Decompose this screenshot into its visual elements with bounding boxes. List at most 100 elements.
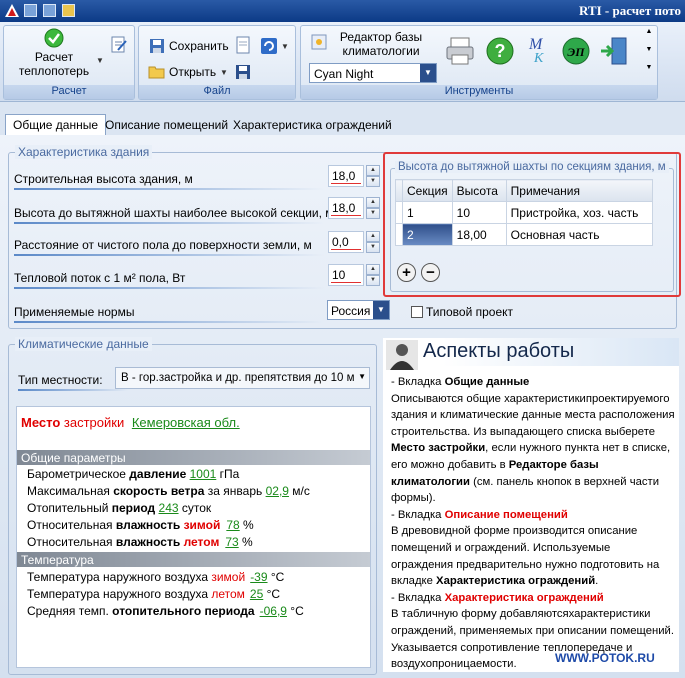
temp-summer-value[interactable]: 25	[250, 587, 263, 601]
open-dropdown-arrow[interactable]: ▼	[220, 68, 228, 77]
document-icon[interactable]	[235, 36, 251, 54]
terrain-select-arrow[interactable]: ▼	[358, 372, 366, 381]
humidity-winter-season: зимой	[180, 518, 221, 532]
climate-info-panel: Место застройки Кемеровская обл. Общие п…	[16, 406, 371, 668]
norms-select-arrow[interactable]: ▼	[373, 301, 389, 319]
column-header-notes[interactable]: Примечания	[505, 179, 654, 202]
typical-project-checkbox[interactable]	[411, 306, 423, 318]
humidity-winter-value[interactable]: 78	[226, 518, 239, 532]
help-icon[interactable]: ?	[485, 36, 515, 66]
ribbon-scroll-down[interactable]: ▼	[643, 46, 655, 64]
tab-rooms[interactable]: Описание помещений	[98, 115, 235, 136]
cell-height[interactable]: 10	[451, 201, 507, 224]
shaft-height-spinner[interactable]: ▲ ▼	[366, 197, 380, 219]
terrain-type-select[interactable]: В - гор.застройка и др. препятствия до 1…	[115, 367, 370, 389]
heat-flow-input[interactable]: 10	[328, 264, 364, 286]
column-header-section[interactable]: Секция	[402, 179, 453, 202]
table-row[interactable]: 2 18,00 Основная часть	[395, 223, 654, 246]
undo-icon[interactable]	[261, 38, 277, 54]
spinner-up[interactable]: ▲	[366, 165, 380, 176]
add-row-button[interactable]: +	[397, 263, 416, 282]
save-as-icon[interactable]	[235, 64, 251, 80]
building-height-red-line	[331, 183, 361, 184]
heating-period-row: Отопительный период 243 суток	[17, 501, 370, 518]
shaft-height-input[interactable]: 18,0	[328, 197, 364, 219]
ribbon-scroller[interactable]: ▲ ▼ ▼	[643, 28, 655, 84]
ribbon-group-file: Сохранить ▼ Открыть ▼ Файл	[138, 25, 296, 100]
wind-value[interactable]: 02,9	[266, 484, 289, 498]
quick-open-icon[interactable]	[62, 4, 76, 17]
spinner-down[interactable]: ▼	[366, 275, 380, 286]
humidity-summer-bold: влажность	[115, 535, 181, 549]
cell-height[interactable]: 18,00	[451, 223, 507, 246]
tab-enclosures[interactable]: Характеристика ограждений	[226, 115, 399, 136]
temp-heating-value[interactable]: -06,9	[260, 604, 287, 618]
pressure-value[interactable]: 1001	[190, 467, 217, 481]
aspect-enclosures: - Вкладка Характеристика ограждений	[391, 590, 675, 607]
climate-db-editor-button[interactable]: Редактор базы климатологии	[331, 30, 431, 58]
quick-undo-icon[interactable]	[43, 4, 57, 17]
humidity-winter-row: Относительная влажность зимой 78 %	[17, 518, 370, 535]
floor-height-spinner[interactable]: ▲ ▼	[366, 231, 380, 253]
app-logo-icon	[5, 4, 19, 17]
building-height-spinner[interactable]: ▲ ▼	[366, 165, 380, 187]
potok-footer-link[interactable]: WWW.POTOK.RU	[555, 651, 655, 665]
tab-general[interactable]: Общие данные	[5, 114, 107, 137]
spinner-down[interactable]: ▼	[366, 176, 380, 187]
general-params-header: Общие параметры	[17, 450, 370, 465]
spinner-up[interactable]: ▲	[366, 264, 380, 275]
ribbon-scroll-more[interactable]: ▼	[643, 64, 655, 82]
report-icon[interactable]	[110, 36, 128, 54]
save-button[interactable]: Сохранить	[169, 39, 229, 53]
quick-save-icon[interactable]	[24, 4, 37, 17]
aspect-rooms-title: Описание помещений	[444, 508, 568, 521]
temperature-header: Температура	[17, 552, 370, 567]
table-row[interactable]: 1 10 Пристройка, хоз. часть	[395, 201, 654, 224]
temp-winter-value[interactable]: -39	[250, 570, 267, 584]
theme-select-arrow[interactable]: ▼	[420, 64, 436, 82]
norms-select[interactable]: Россия ▼	[327, 300, 390, 320]
math-editor-icon[interactable]: M K	[525, 34, 551, 64]
floor-height-input[interactable]: 0,0	[328, 231, 364, 253]
aspects-title: Аспекты работы	[423, 340, 575, 362]
aspect-general-title: Общие данные	[444, 376, 530, 388]
heat-flow-value: 10	[332, 268, 346, 282]
cell-note[interactable]: Основная часть	[505, 223, 654, 246]
place-word-1: Место	[21, 415, 61, 430]
building-height-input[interactable]: 18,0	[328, 165, 364, 187]
heat-flow-spinner[interactable]: ▲ ▼	[366, 264, 380, 286]
climate-group-legend: Климатические данные	[15, 337, 152, 351]
period-unit: суток	[178, 501, 212, 515]
climate-db-icon	[311, 34, 327, 50]
ribbon-group-tools-label: Инструменты	[301, 85, 657, 99]
exit-door-icon[interactable]	[599, 36, 629, 66]
ep-icon[interactable]: ЭП	[561, 36, 591, 66]
ribbon-scroll-up[interactable]: ▲	[643, 28, 655, 46]
column-header-height[interactable]: Высота	[451, 179, 507, 202]
cell-section-selected[interactable]: 2	[402, 223, 453, 246]
temperature-list: Температура наружного воздуха зимой -39 °…	[17, 570, 370, 621]
humidity-summer-value[interactable]: 73	[225, 535, 238, 549]
remove-row-button[interactable]: −	[421, 263, 440, 282]
calc-heat-loss-button[interactable]: Расчет теплопотерь	[10, 28, 98, 78]
floor-height-red-line	[331, 249, 361, 250]
pressure-label: Барометрическое	[27, 467, 130, 481]
norms-underline	[14, 321, 324, 323]
theme-select[interactable]: Cyan Night ▼	[309, 63, 437, 83]
construction-place-link[interactable]: Кемеровская обл.	[132, 415, 240, 430]
open-button[interactable]: Открыть	[169, 65, 216, 79]
period-value[interactable]: 243	[159, 501, 179, 515]
building-group-legend: Характеристика здания	[15, 145, 153, 159]
spinner-down[interactable]: ▼	[366, 208, 380, 219]
cell-note[interactable]: Пристройка, хоз. часть	[505, 201, 654, 224]
aspects-help-panel: Аспекты работы - Вкладка Общие данные Оп…	[383, 338, 679, 672]
undo-dropdown-arrow[interactable]: ▼	[281, 42, 289, 51]
svg-text:?: ?	[495, 41, 506, 61]
temp-heating-row: Средняя темп. отопительного периода -06,9…	[17, 604, 370, 621]
spinner-down[interactable]: ▼	[366, 242, 380, 253]
spinner-up[interactable]: ▲	[366, 231, 380, 242]
print-icon[interactable]	[445, 36, 475, 66]
calc-dropdown-arrow[interactable]: ▼	[96, 56, 104, 65]
spinner-up[interactable]: ▲	[366, 197, 380, 208]
cell-section[interactable]: 1	[402, 201, 453, 224]
